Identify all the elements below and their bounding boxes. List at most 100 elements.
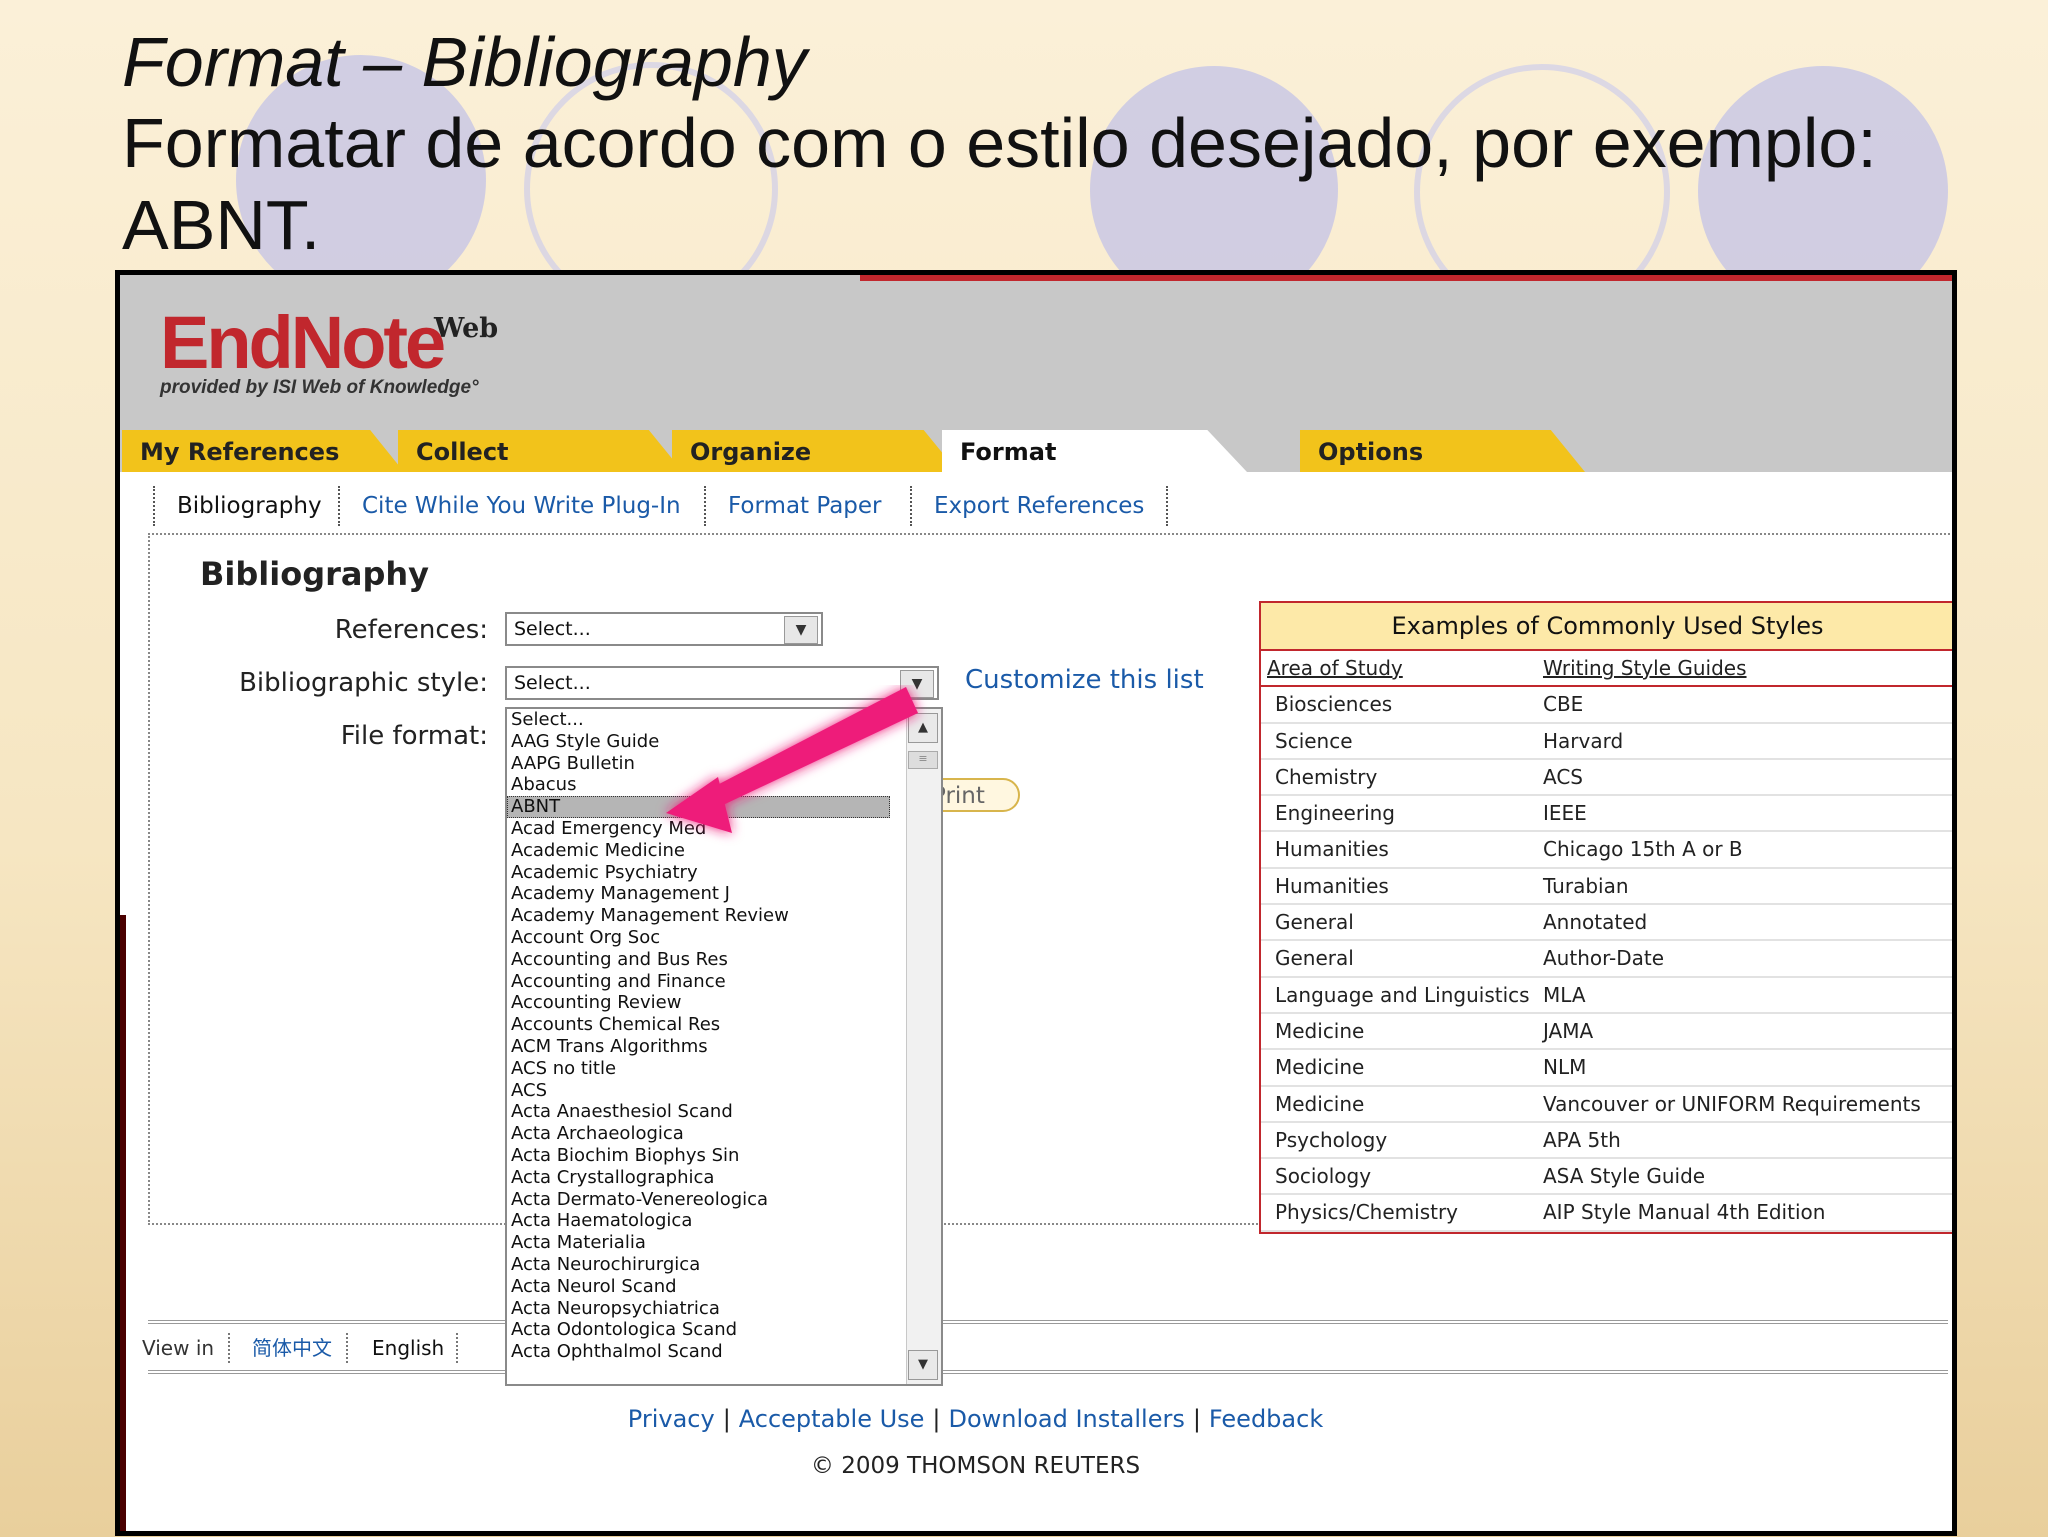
- separator: |: [1192, 1405, 1201, 1433]
- annotation-arrow-icon: [666, 687, 918, 833]
- style-guide-cell: APA 5th: [1543, 1127, 1621, 1152]
- dropdown-option[interactable]: Acta Haematologica: [507, 1210, 941, 1232]
- lang-english[interactable]: English: [372, 1333, 459, 1363]
- format-subnav: Bibliography Cite While You Write Plug-I…: [120, 472, 1952, 534]
- download-installers-link[interactable]: Download Installers: [949, 1405, 1185, 1433]
- area-of-study-cell: Humanities: [1275, 837, 1389, 862]
- copyright: © 2009 THOMSON REUTERS: [810, 1453, 1141, 1479]
- style-guide-cell: NLM: [1543, 1055, 1587, 1080]
- dropdown-option[interactable]: Acta Archaeologica: [507, 1123, 941, 1145]
- dropdown-option[interactable]: ACS: [507, 1080, 941, 1102]
- dropdown-option[interactable]: ACS no title: [507, 1058, 941, 1080]
- area-of-study-cell: Science: [1275, 728, 1353, 753]
- dropdown-option[interactable]: Accounting and Finance: [507, 971, 941, 993]
- left-edge-bar: [120, 915, 126, 1531]
- col-area-of-study[interactable]: Area of Study: [1261, 651, 1543, 685]
- table-row: Biosciences CBE: [1261, 687, 1952, 724]
- dropdown-option[interactable]: ACM Trans Algorithms: [507, 1036, 941, 1058]
- examples-table: Examples of Commonly Used Styles Area of…: [1259, 601, 1952, 1234]
- area-of-study-cell: Medicine: [1275, 1018, 1365, 1043]
- table-row: Chemistry ACS: [1261, 760, 1952, 797]
- col-writing-style-guides[interactable]: Writing Style Guides: [1543, 651, 1952, 685]
- dropdown-option[interactable]: Acta Neurochirurgica: [507, 1254, 941, 1276]
- area-of-study-cell: Sociology: [1275, 1164, 1372, 1189]
- references-select[interactable]: Select... ▼: [505, 612, 823, 646]
- separator: |: [722, 1405, 731, 1433]
- table-row: Psychology APA 5th: [1261, 1123, 1952, 1160]
- style-guide-cell: JAMA: [1543, 1018, 1594, 1043]
- tab-options[interactable]: Options: [1300, 430, 1585, 472]
- subnav-format-paper[interactable]: Format Paper: [704, 486, 904, 526]
- area-of-study-cell: Medicine: [1275, 1091, 1365, 1116]
- subnav-export-references[interactable]: Export References: [910, 486, 1169, 526]
- style-label: Bibliographic style:: [239, 668, 488, 698]
- view-in-label: View in: [142, 1333, 231, 1363]
- header-accent-line: [860, 275, 1952, 281]
- table-row: Language and Linguistics MLA: [1261, 978, 1952, 1014]
- dropdown-option[interactable]: Acta Neuropsychiatrica: [507, 1298, 941, 1320]
- style-guide-cell: ACS: [1543, 764, 1583, 789]
- area-of-study-cell: Physics/Chemistry: [1275, 1200, 1459, 1225]
- logo-web: Web: [434, 313, 499, 344]
- scroll-down-icon[interactable]: ▼: [908, 1350, 938, 1380]
- area-of-study-cell: Psychology: [1275, 1127, 1388, 1152]
- slide-title-italic: Format – Bibliography: [122, 23, 807, 101]
- separator: |: [932, 1405, 941, 1433]
- tab-my-references[interactable]: My References: [122, 430, 404, 472]
- feedback-link[interactable]: Feedback: [1209, 1405, 1323, 1433]
- footer-divider: [148, 1320, 1948, 1324]
- dropdown-option[interactable]: Accounting Review: [507, 992, 941, 1014]
- dropdown-option[interactable]: Acta Odontologica Scand: [507, 1319, 941, 1341]
- dropdown-option[interactable]: Accounting and Bus Res: [507, 949, 941, 971]
- area-of-study-cell: Biosciences: [1275, 692, 1393, 717]
- customize-list-link[interactable]: Customize this list: [965, 665, 1204, 695]
- table-row: Humanities Turabian: [1261, 869, 1952, 906]
- tab-collect[interactable]: Collect: [398, 430, 683, 472]
- style-guide-cell: MLA: [1543, 982, 1586, 1007]
- area-of-study-cell: Engineering: [1275, 801, 1395, 826]
- dropdown-option[interactable]: Acta Neurol Scand: [507, 1276, 941, 1298]
- area-of-study-cell: General: [1275, 910, 1354, 935]
- acceptable-use-link[interactable]: Acceptable Use: [739, 1405, 925, 1433]
- tab-organize[interactable]: Organize: [672, 430, 958, 472]
- style-guide-cell: CBE: [1543, 692, 1584, 717]
- table-row: General Annotated: [1261, 905, 1952, 942]
- table-row: Science Harvard: [1261, 724, 1952, 760]
- footer-divider-2: [148, 1370, 1948, 1374]
- area-of-study-cell: Language and Linguistics: [1275, 982, 1530, 1007]
- area-of-study-cell: Humanities: [1275, 873, 1389, 898]
- subnav-bibliography[interactable]: Bibliography: [153, 486, 344, 526]
- dropdown-option[interactable]: Acta Dermato-Venereologica: [507, 1189, 941, 1211]
- style-guide-cell: Annotated: [1543, 910, 1648, 935]
- dropdown-option[interactable]: Acta Crystallographica: [507, 1167, 941, 1189]
- table-row: Physics/Chemistry AIP Style Manual 4th Ed…: [1261, 1195, 1952, 1232]
- logo-text: EndNote: [160, 301, 446, 384]
- subnav-cite-while-you-write[interactable]: Cite While You Write Plug-In: [338, 486, 703, 526]
- examples-header-row: Area of Study Writing Style Guides: [1261, 651, 1952, 688]
- dropdown-option[interactable]: Accounts Chemical Res: [507, 1014, 941, 1036]
- table-row: Humanities Chicago 15th A or B: [1261, 832, 1952, 869]
- chevron-down-icon[interactable]: ▼: [784, 616, 818, 644]
- dropdown-option[interactable]: Academy Management J: [507, 883, 941, 905]
- slide-subtitle-2: ABNT.: [122, 186, 321, 264]
- lang-chinese-link[interactable]: 简体中文: [252, 1333, 348, 1363]
- style-guide-cell: Harvard: [1543, 728, 1624, 753]
- tab-format[interactable]: Format: [942, 430, 1247, 472]
- dropdown-option[interactable]: Acta Ophthalmol Scand: [507, 1341, 941, 1363]
- table-row: Sociology ASA Style Guide: [1261, 1159, 1952, 1196]
- dropdown-option[interactable]: Acta Anaesthesiol Scand: [507, 1101, 941, 1123]
- examples-title: Examples of Commonly Used Styles: [1261, 603, 1952, 651]
- privacy-link[interactable]: Privacy: [628, 1405, 715, 1433]
- style-guide-cell: Vancouver or UNIFORM Requirements: [1543, 1091, 1921, 1116]
- style-guide-cell: Turabian: [1543, 873, 1629, 898]
- style-guide-cell: IEEE: [1543, 801, 1587, 826]
- bibliography-heading: Bibliography: [200, 555, 430, 593]
- dropdown-option[interactable]: Account Org Soc: [507, 927, 941, 949]
- references-select-value: Select...: [514, 618, 591, 640]
- style-guide-cell: Chicago 15th A or B: [1543, 837, 1743, 862]
- dropdown-option[interactable]: Academy Management Review: [507, 905, 941, 927]
- dropdown-option[interactable]: Acta Materialia: [507, 1232, 941, 1254]
- examples-rows: Biosciences CBE Science Harvard Chemistry ACS…: [1261, 687, 1952, 1232]
- dropdown-option[interactable]: Acta Biochim Biophys Sin: [507, 1145, 941, 1167]
- table-row: Medicine Vancouver or UNIFORM Requirement…: [1261, 1087, 1952, 1123]
